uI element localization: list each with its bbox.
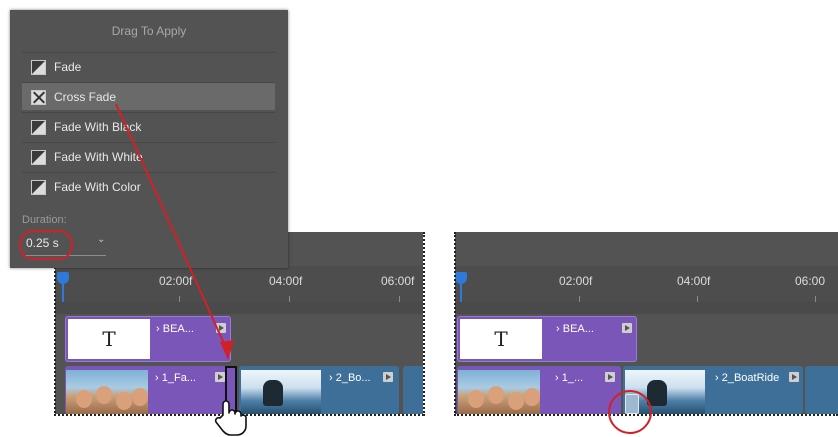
drag-arrow [115,103,234,360]
hand-cursor-icon [214,400,247,436]
